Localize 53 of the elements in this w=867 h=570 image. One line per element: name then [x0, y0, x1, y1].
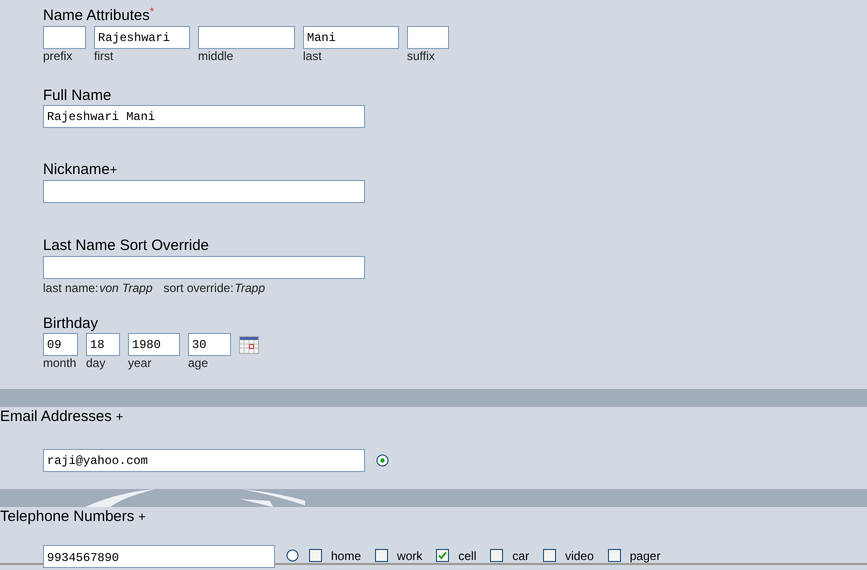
add-link[interactable]: + — [138, 507, 146, 527]
section-label: Full Name — [43, 86, 112, 105]
phone-type-label: home — [331, 549, 362, 563]
checkbox[interactable] — [436, 549, 450, 562]
name-field[interactable]: Rajeshwari — [94, 26, 190, 49]
full-name-field[interactable]: Rajeshwari Mani — [43, 105, 365, 128]
field-caption: first — [94, 49, 114, 63]
phone-type-label: pager — [630, 549, 660, 563]
name-field[interactable] — [407, 26, 449, 49]
name-field[interactable]: Mani — [303, 26, 399, 49]
checkbox[interactable] — [608, 549, 621, 562]
checkbox[interactable] — [309, 549, 322, 562]
radio-button[interactable] — [376, 454, 389, 467]
date-field[interactable]: 30 — [188, 333, 231, 356]
field-caption: day — [86, 356, 106, 370]
checkbox[interactable] — [490, 549, 504, 562]
name-field[interactable] — [43, 26, 86, 49]
date-field[interactable]: 1980 — [128, 333, 180, 356]
section-label: Email Addresses — [0, 407, 112, 427]
checkbox[interactable] — [543, 549, 556, 562]
nickname-field[interactable] — [43, 180, 365, 203]
phone-type-label: cell — [458, 549, 476, 563]
calendar-icon[interactable] — [239, 336, 259, 354]
phone-type-label: work — [397, 549, 422, 563]
hint-text: von Trapp — [99, 281, 152, 295]
add-link[interactable]: + — [116, 407, 124, 427]
section-label: Name Attributes — [43, 6, 150, 25]
field-caption: month — [43, 356, 78, 370]
field-caption: suffix — [407, 49, 436, 63]
hint-text: sort override: — [164, 281, 234, 295]
add-link[interactable]: + — [110, 160, 118, 179]
hint-text: Trapp — [234, 281, 265, 295]
section-label: Last Name Sort Override — [43, 236, 209, 255]
field-caption: prefix — [43, 49, 74, 63]
field-caption: middle — [198, 49, 234, 63]
hint-text: last name: — [43, 281, 98, 295]
name-field[interactable] — [198, 26, 295, 49]
section-label: Telephone Numbers — [0, 507, 134, 527]
field-caption: year — [128, 356, 152, 370]
sort-override-field[interactable] — [43, 256, 365, 279]
phone-field[interactable]: 9934567890 — [43, 545, 275, 568]
field-caption: age — [188, 356, 210, 370]
checkbox[interactable] — [375, 549, 388, 562]
section-label: Nickname — [43, 160, 110, 179]
required-mark: * — [150, 6, 154, 18]
phone-type-label: video — [565, 549, 594, 563]
email-field[interactable]: raji@yahoo.com — [43, 449, 365, 472]
radio-button[interactable] — [286, 549, 299, 562]
date-field[interactable]: 09 — [43, 333, 78, 356]
section-label: Birthday — [43, 314, 98, 333]
date-field[interactable]: 18 — [86, 333, 120, 356]
phone-type-label: car — [512, 549, 530, 563]
field-caption: last — [303, 49, 323, 63]
